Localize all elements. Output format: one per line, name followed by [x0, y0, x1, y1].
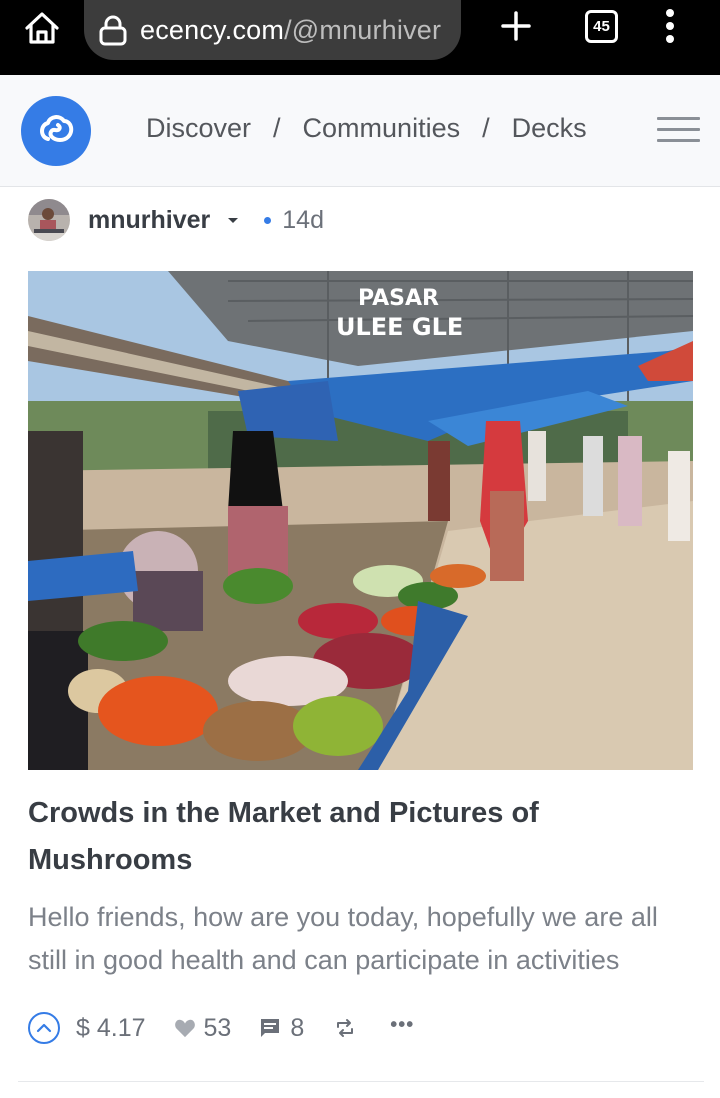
- post-actions: $ 4.17 53 8 •••: [28, 1010, 414, 1046]
- ecency-logo[interactable]: [21, 96, 91, 166]
- nav-communities[interactable]: Communities: [303, 113, 461, 144]
- lock-icon: [99, 15, 127, 46]
- post-summary[interactable]: Hello friends, how are you today, hopefu…: [28, 896, 698, 982]
- home-icon[interactable]: [22, 8, 62, 48]
- ecency-logo-icon: [40, 115, 74, 142]
- main-nav: Discover / Communities / Decks: [146, 113, 587, 144]
- comments-count[interactable]: 8: [290, 1014, 304, 1043]
- market-sign-line2: ULEE GLE: [336, 313, 463, 341]
- new-tab-icon[interactable]: [500, 10, 532, 42]
- post-title[interactable]: Crowds in the Market and Pictures of Mus…: [28, 790, 688, 884]
- chevron-up-icon: [36, 1023, 52, 1033]
- separator-dot: [264, 216, 272, 224]
- heart-icon: [174, 1019, 195, 1038]
- tab-switcher-button[interactable]: 45: [585, 10, 618, 43]
- post-image[interactable]: PASAR ULEE GLE: [28, 271, 693, 770]
- browser-toolbar: ecency.com/@mnurhiver 45: [0, 0, 720, 75]
- address-bar[interactable]: ecency.com/@mnurhiver: [84, 0, 461, 60]
- upvote-button[interactable]: [28, 1012, 60, 1044]
- nav-separator: /: [273, 113, 281, 143]
- author-name[interactable]: mnurhiver: [88, 206, 210, 235]
- post-age: 14d: [282, 205, 324, 234]
- nav-decks[interactable]: Decks: [512, 113, 587, 144]
- reblog-icon[interactable]: [334, 1017, 356, 1039]
- comment-icon: [261, 1019, 280, 1037]
- payout-value[interactable]: $ 4.17: [76, 1014, 146, 1043]
- nav-separator: /: [482, 113, 490, 143]
- likes-count[interactable]: 53: [204, 1014, 232, 1043]
- url-text: ecency.com/@mnurhiver: [140, 14, 442, 45]
- more-vert-icon[interactable]: [662, 8, 678, 44]
- chevron-down-icon[interactable]: [226, 215, 240, 225]
- post-author-row: mnurhiver 14d: [28, 199, 324, 241]
- more-options-icon[interactable]: •••: [390, 1014, 414, 1037]
- post-divider: [18, 1081, 704, 1082]
- hamburger-menu-icon[interactable]: [657, 117, 700, 145]
- market-sign-line1: PASAR: [358, 286, 439, 311]
- avatar[interactable]: [28, 199, 70, 241]
- nav-discover[interactable]: Discover: [146, 113, 251, 144]
- site-header: Discover / Communities / Decks: [0, 75, 720, 187]
